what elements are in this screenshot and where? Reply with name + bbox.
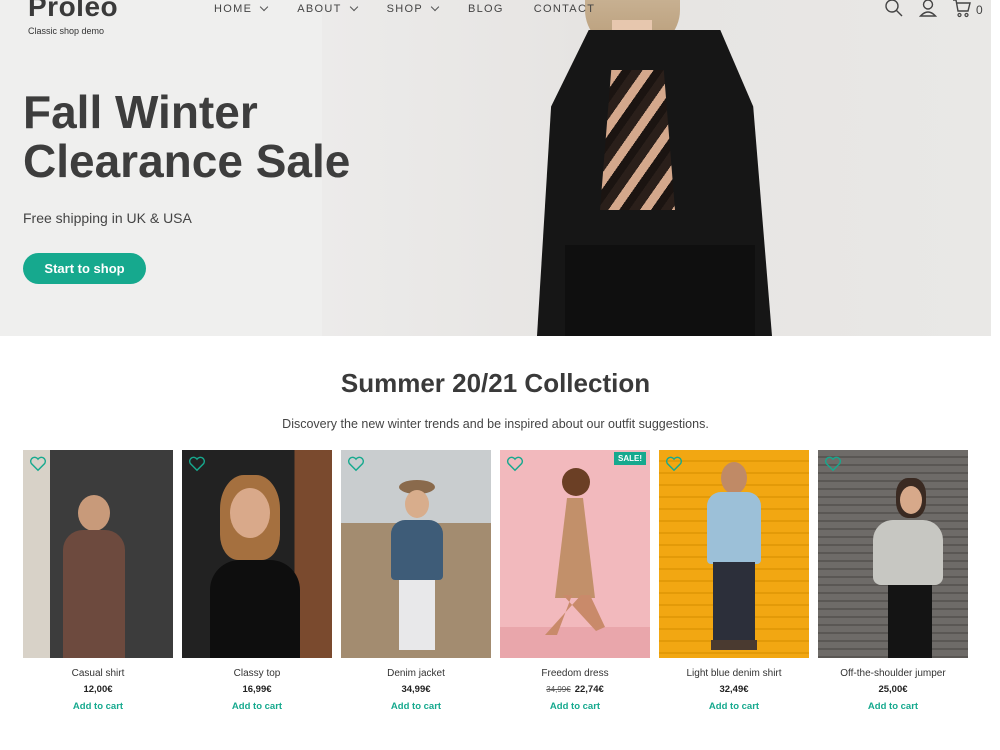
product-photo-figure — [707, 492, 761, 564]
hero-title-line: Fall Winter — [23, 86, 258, 138]
product-photo-figure — [711, 640, 757, 650]
product-image[interactable] — [182, 450, 332, 658]
chevron-down-icon — [259, 2, 269, 12]
product-photo-figure — [713, 562, 755, 642]
product-image[interactable] — [659, 450, 809, 658]
heart-icon[interactable] — [188, 456, 206, 472]
product-current-price: 22,74€ — [574, 684, 604, 695]
product-name[interactable]: Light blue denim shirt — [659, 668, 809, 679]
product-photo-figure — [405, 490, 429, 518]
hero-title: Fall Winter Clearance Sale — [23, 88, 423, 186]
brand-tagline: Classic shop demo — [28, 26, 105, 36]
product-price: 34,99€ 22,74€ — [500, 684, 650, 695]
nav-item-about[interactable]: ABOUT — [297, 2, 358, 15]
heart-icon[interactable] — [29, 456, 47, 472]
start-shop-button[interactable]: Start to shop — [23, 253, 146, 284]
hero-model-pants — [565, 245, 755, 336]
collection-title: Summer 20/21 Collection — [340, 368, 651, 398]
product-photo-figure — [545, 595, 605, 635]
product-image[interactable] — [818, 450, 968, 658]
nav-item-contact[interactable]: CONTACT — [534, 3, 595, 15]
product-price: 32,49€ — [659, 684, 809, 695]
cart-count: 0 — [976, 3, 983, 17]
product-card[interactable]: Denim jacket 34,99€ Add to cart — [341, 450, 491, 712]
product-price: 34,99€ — [341, 684, 491, 695]
nav-label: CONTACT — [533, 3, 596, 15]
product-photo-figure — [391, 520, 443, 580]
hero-banner: Proleo Classic shop demo HOME ABOUT SHOP… — [0, 0, 991, 336]
product-photo-figure — [230, 488, 270, 538]
user-icon[interactable] — [918, 0, 938, 18]
nav-label: BLOG — [467, 3, 504, 15]
product-current-price: 32,49€ — [719, 684, 749, 695]
sale-badge: SALE! — [614, 452, 646, 465]
product-photo-figure — [721, 462, 747, 494]
product-price: 16,99€ — [182, 684, 332, 695]
add-to-cart-button[interactable]: Add to cart — [341, 701, 491, 712]
product-name[interactable]: Freedom dress — [500, 668, 650, 679]
product-photo-figure — [900, 486, 922, 514]
heart-icon[interactable] — [506, 456, 524, 472]
product-name[interactable]: Off-the-shoulder jumper — [818, 668, 968, 679]
product-card[interactable]: Classy top 16,99€ Add to cart — [182, 450, 332, 712]
hero-title-line: Clearance Sale — [23, 135, 351, 187]
search-icon[interactable] — [884, 0, 904, 18]
nav-item-home[interactable]: HOME — [214, 2, 269, 15]
product-grid: Casual shirt 12,00€ Add to cart Classy t… — [23, 450, 968, 712]
product-price: 25,00€ — [818, 684, 968, 695]
product-card[interactable]: Off-the-shoulder jumper 25,00€ Add to ca… — [818, 450, 968, 712]
nav-item-shop[interactable]: SHOP — [386, 2, 440, 15]
product-current-price: 16,99€ — [242, 684, 272, 695]
cart-icon[interactable] — [952, 0, 972, 18]
chevron-down-icon — [430, 2, 440, 12]
product-photo-figure — [873, 520, 943, 585]
product-old-price: 34,99€ — [546, 685, 571, 694]
product-card[interactable]: Casual shirt 12,00€ Add to cart — [23, 450, 173, 712]
product-card[interactable]: Light blue denim shirt 32,49€ Add to car… — [659, 450, 809, 712]
product-photo-figure — [63, 530, 125, 658]
product-current-price: 34,99€ — [401, 684, 431, 695]
product-photo-figure — [399, 580, 435, 650]
product-price: 12,00€ — [23, 684, 173, 695]
brand-name[interactable]: Proleo — [28, 0, 118, 22]
add-to-cart-button[interactable]: Add to cart — [500, 701, 650, 712]
hero-model-top — [600, 70, 675, 210]
chevron-down-icon — [349, 2, 358, 12]
add-to-cart-button[interactable]: Add to cart — [182, 701, 332, 712]
nav-label: SHOP — [386, 3, 423, 15]
nav-label: HOME — [214, 3, 253, 15]
product-image[interactable] — [23, 450, 173, 658]
nav-item-blog[interactable]: BLOG — [468, 3, 504, 15]
collection-subtitle: Discovery the new winter trends and be i… — [282, 417, 709, 431]
heart-icon[interactable] — [824, 456, 842, 472]
product-photo-figure — [78, 495, 110, 531]
brand-logo[interactable]: Proleo Classic shop demo — [28, 0, 118, 36]
heart-icon[interactable] — [347, 456, 365, 472]
product-photo-figure — [210, 560, 300, 658]
main-nav: HOME ABOUT SHOP BLOG CONTACT — [214, 2, 625, 15]
add-to-cart-button[interactable]: Add to cart — [818, 701, 968, 712]
product-image[interactable] — [341, 450, 491, 658]
add-to-cart-button[interactable]: Add to cart — [23, 701, 173, 712]
hero-subtitle: Free shipping in UK & USA — [23, 210, 192, 226]
product-card[interactable]: SALE! Freedom dress 34,99€ 22,74€ Add to … — [500, 450, 650, 712]
product-current-price: 25,00€ — [878, 684, 908, 695]
product-image[interactable]: SALE! — [500, 450, 650, 658]
header-icons: 0 — [884, 0, 983, 18]
product-name[interactable]: Casual shirt — [23, 668, 173, 679]
product-name[interactable]: Classy top — [182, 668, 332, 679]
product-current-price: 12,00€ — [83, 684, 113, 695]
product-photo-figure — [888, 585, 932, 658]
nav-label: ABOUT — [297, 3, 342, 15]
product-photo-figure — [555, 498, 595, 598]
add-to-cart-button[interactable]: Add to cart — [659, 701, 809, 712]
product-name[interactable]: Denim jacket — [341, 668, 491, 679]
product-photo-figure — [562, 468, 590, 496]
heart-icon[interactable] — [665, 456, 683, 472]
